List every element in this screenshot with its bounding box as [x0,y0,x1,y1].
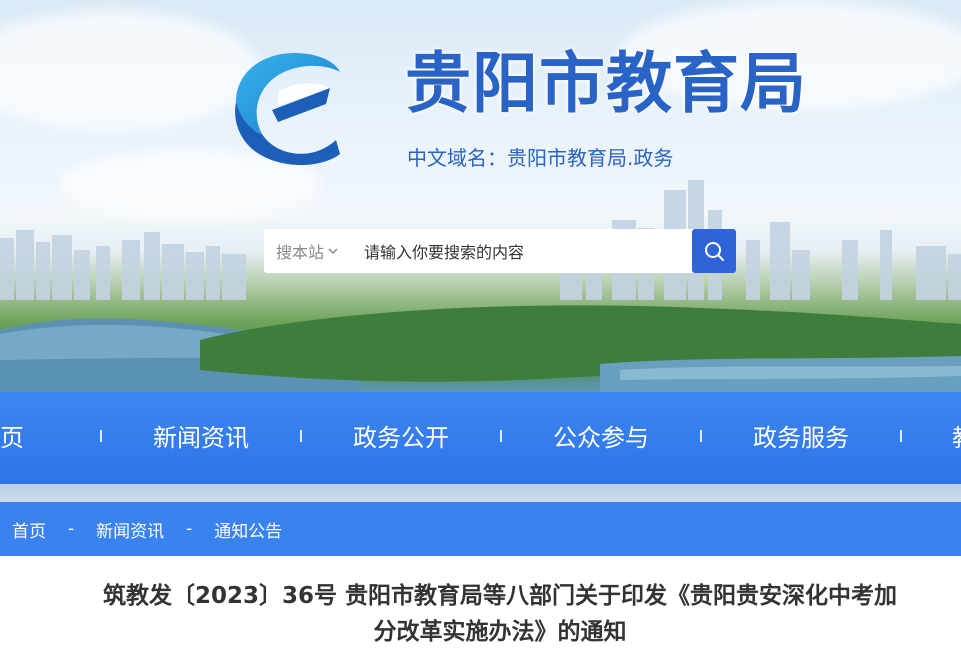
search-bar: 搜本站 [264,229,736,275]
nav-separator [900,430,902,442]
article-title-line-1: 筑教发〔2023〕36号 贵阳市教育局等八部门关于印发《贵阳贵安深化中考加 [102,583,898,609]
e-logo-icon [235,52,340,165]
breadcrumb-separator: - [68,519,75,539]
search-scope-label: 搜本站 [275,243,324,262]
search-button[interactable] [692,229,736,273]
chinese-domain-name: 中文域名：贵阳市教育局.政务 [407,146,674,170]
nav-item-education[interactable]: 教 [952,392,961,484]
breadcrumb-notices[interactable]: 通知公告 [214,517,282,542]
nav-item-public-participation[interactable]: 公众参与 [501,392,701,484]
breadcrumb-home[interactable]: 首页 [12,517,46,542]
search-scope-select[interactable]: 搜本站 [268,229,346,273]
nav-item-home[interactable]: 首页 [0,392,100,484]
search-icon [705,242,724,261]
article-header: 筑教发〔2023〕36号 贵阳市教育局等八部门关于印发《贵阳贵安深化中考加 分改… [0,556,961,661]
header-banner: 贵阳市教育局 中文域名：贵阳市教育局.政务 搜本站 [0,0,961,392]
nav-item-government-affairs[interactable]: 政务公开 [301,392,501,484]
breadcrumb-separator: - [186,519,193,539]
nav-bottom-strip [0,484,961,502]
article-title: 筑教发〔2023〕36号 贵阳市教育局等八部门关于印发《贵阳贵安深化中考加 分改… [40,578,960,650]
main-nav: 首页 新闻资讯 政务公开 公众参与 政务服务 教 [0,392,961,484]
park-lake [0,305,961,392]
nav-item-news[interactable]: 新闻资讯 [101,392,301,484]
nav-item-government-services[interactable]: 政务服务 [701,392,901,484]
chevron-down-icon [328,248,338,255]
article-title-line-2: 分改革实施办法》的通知 [373,619,627,645]
breadcrumb-news[interactable]: 新闻资讯 [96,517,164,542]
breadcrumb: 首页 - 新闻资讯 - 通知公告 [0,502,961,556]
cloud [0,10,260,130]
site-title: 贵阳市教育局 [405,45,807,122]
search-input[interactable] [362,229,686,275]
